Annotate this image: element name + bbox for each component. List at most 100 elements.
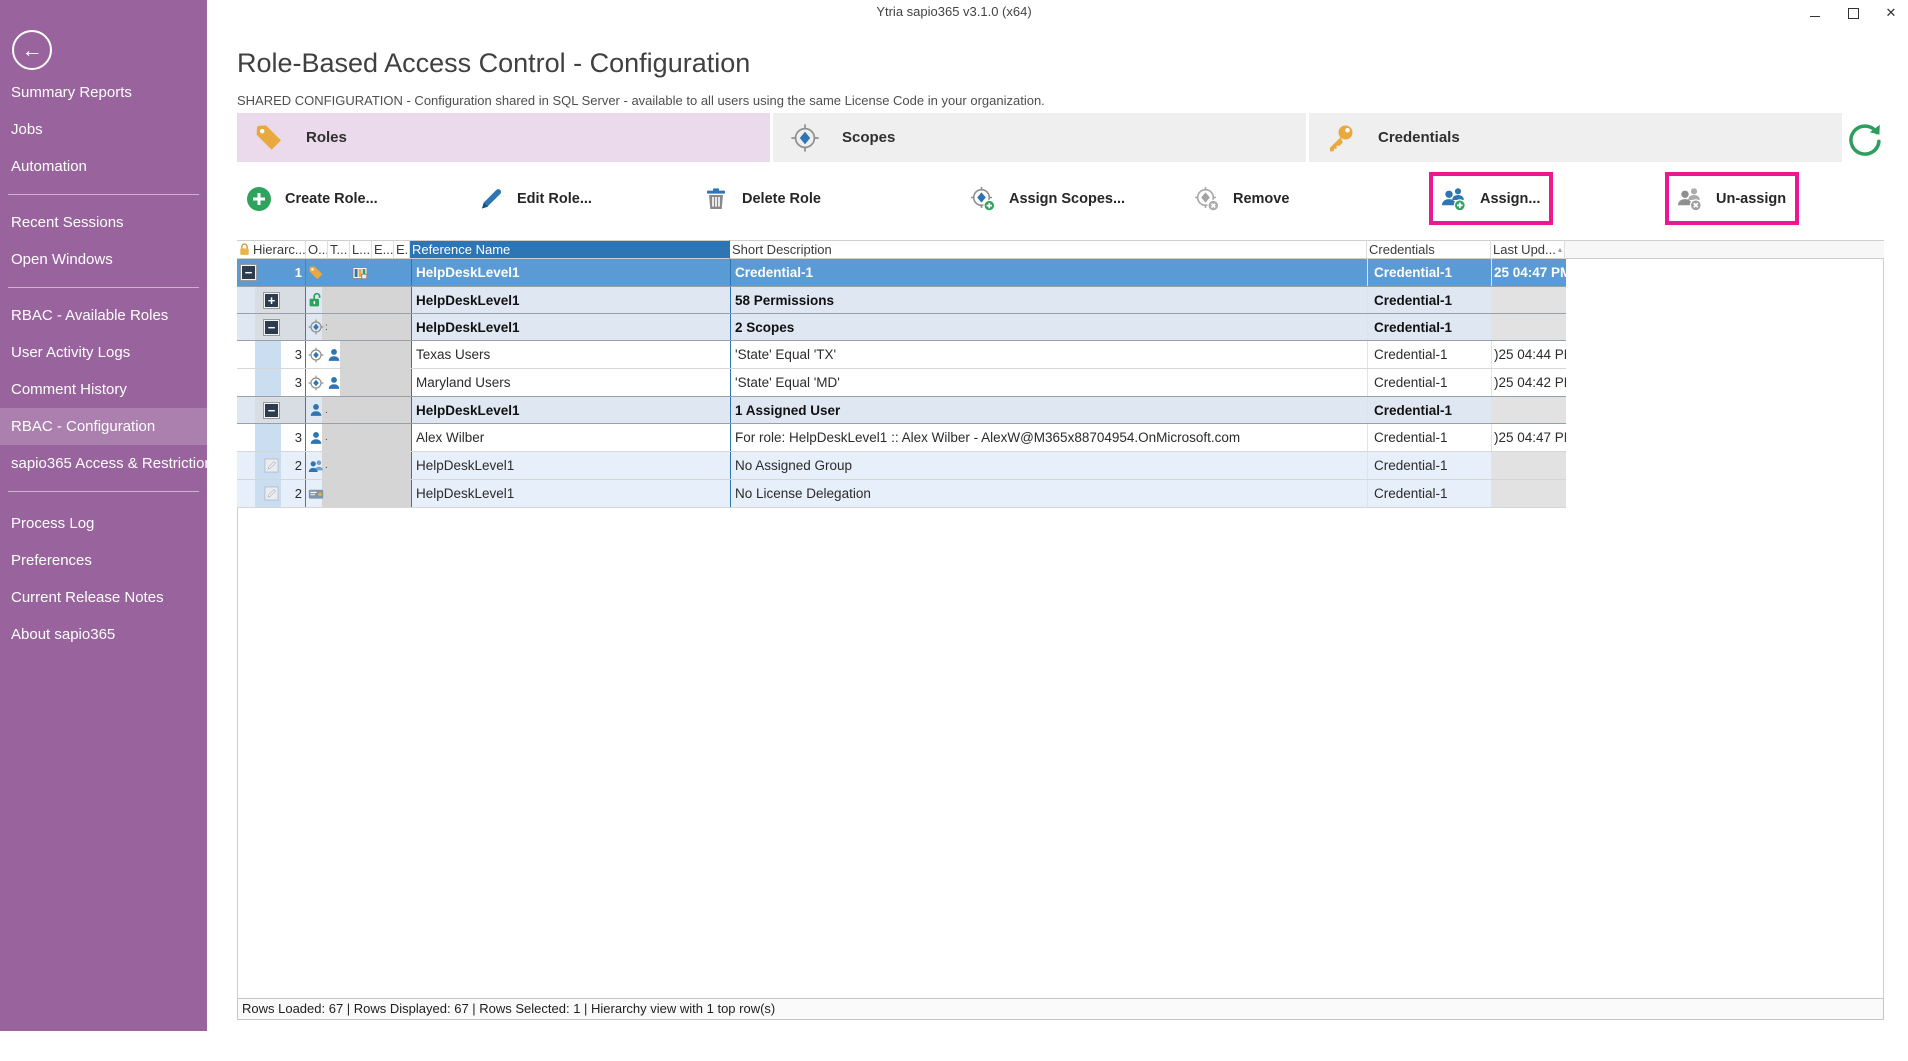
hierarchy-level: 1 [295,265,305,280]
person-icon [308,430,324,446]
hierarchy-cell: 3 [237,424,306,451]
create-role-icon [246,186,272,212]
table-row[interactable]: −1HelpDeskLevel1Credential-1Credential-1… [237,259,1566,287]
scope-icon [308,319,324,335]
toolbar-button-label: Edit Role... [517,191,592,207]
minimize-icon [1810,15,1820,17]
credentials-cell: Credential-1 [1368,341,1492,368]
table-row[interactable]: 2HelpDeskLevel1No License DelegationCred… [237,480,1566,508]
toolbar-button-label: Create Role... [285,191,378,207]
hierarchy-level: 2 [295,458,305,473]
table-row[interactable]: 2.HelpDeskLevel1No Assigned GroupCredent… [237,452,1566,480]
table-row[interactable]: −2:HelpDeskLevel12 ScopesCredential-1 [237,313,1566,341]
toolbar-button-label: Remove [1233,191,1289,207]
short-description-cell: No License Delegation [731,480,1368,507]
column-header-object[interactable]: O... [306,240,328,259]
delete-role-button[interactable]: Delete Role [703,172,821,225]
tab-credentials[interactable]: Credentials [1309,113,1842,162]
column-header-e1[interactable]: E... [372,240,394,259]
column-header-label: Short Description [732,242,832,257]
table-row[interactable]: +2HelpDeskLevel158 PermissionsCredential… [237,286,1566,314]
scope-icon [308,375,324,391]
hierarchy-indent-block [255,397,305,423]
last-updated-cell [1492,480,1566,507]
column-header-credentials[interactable]: Credentials [1367,240,1491,259]
column-header-last-updated[interactable]: Last Upd...▴ [1491,240,1565,259]
column-header-reference-name[interactable]: Reference Name [410,240,730,259]
sidebar-item-jobs[interactable]: Jobs [0,111,207,148]
type-icons-cell [306,480,411,507]
table-row[interactable]: −2.HelpDeskLevel11 Assigned UserCredenti… [237,396,1566,424]
hierarchy-level: 3 [295,347,305,362]
column-header-hierarchy[interactable]: Hierarc... [237,240,306,259]
reference-name-cell: Maryland Users [411,369,731,396]
table-row[interactable]: 3Maryland Users'State' Equal 'MD'Credent… [237,369,1566,397]
column-header-label: Hierarc... [253,242,306,257]
group-icon [308,458,324,474]
sidebar: ← Summary ReportsJobsAutomation Recent Se… [0,0,207,1031]
reference-name-cell: HelpDeskLevel1 [411,397,731,423]
column-header-label: Last Upd... [1493,242,1556,257]
last-updated-cell [1492,314,1566,340]
page-title: Role-Based Access Control - Configuratio… [237,48,750,79]
sort-indicator-icon: ▴ [1558,245,1562,254]
sidebar-item-process-log[interactable]: Process Log [0,505,207,542]
create-role-button[interactable]: Create Role... [246,172,378,225]
type-icons-cell: . [306,452,411,479]
remove-button[interactable]: Remove [1194,172,1289,225]
close-button[interactable]: ✕ [1880,2,1902,24]
un-assign-button[interactable]: Un-assign [1665,172,1799,225]
column-header-l[interactable]: L... [350,240,372,259]
column-header-e2[interactable]: E... [394,240,410,259]
table-row[interactable]: 3Texas Users'State' Equal 'TX'Credential… [237,341,1566,369]
reference-name-cell: HelpDeskLevel1 [411,314,731,340]
close-icon: ✕ [1886,5,1897,21]
tab-roles[interactable]: Roles [237,113,770,162]
reference-name-cell: HelpDeskLevel1 [411,259,731,286]
table-row[interactable]: 3.Alex WilberFor role: HelpDeskLevel1 ::… [237,424,1566,452]
back-button[interactable]: ← [12,30,52,70]
reference-name-cell: Alex Wilber [411,424,731,451]
credentials-cell: Credential-1 [1368,397,1492,423]
na-cells-block [340,369,411,396]
sidebar-item-user-activity-logs[interactable]: User Activity Logs [0,334,207,371]
hierarchy-indent-strip [255,341,281,368]
sidebar-divider [8,491,199,492]
sidebar-item-open-windows[interactable]: Open Windows [0,241,207,278]
grid-icon [352,265,368,281]
collapse-button[interactable]: − [264,403,279,418]
sidebar-item-recent-sessions[interactable]: Recent Sessions [0,204,207,241]
sidebar-item-automation[interactable]: Automation [0,148,207,185]
credentials-cell: Credential-1 [1368,259,1492,286]
window-title: Ytria sapio365 v3.1.0 (x64) [0,4,1908,19]
maximize-button[interactable] [1842,2,1864,24]
expand-button[interactable]: + [264,293,279,308]
minimize-button[interactable] [1804,2,1826,24]
collapse-button[interactable]: − [264,320,279,335]
sidebar-item-summary-reports[interactable]: Summary Reports [0,74,207,111]
sidebar-divider [8,194,199,195]
edit-role-button[interactable]: Edit Role... [478,172,592,225]
na-cells-block [322,452,411,479]
hierarchy-indent-block [255,314,305,340]
tab-scopes[interactable]: Scopes [773,113,1306,162]
assign-user-icon [1441,186,1467,212]
refresh-button[interactable] [1846,121,1882,157]
column-header-type[interactable]: T... [328,240,350,259]
sidebar-item-current-release-notes[interactable]: Current Release Notes [0,579,207,616]
assign-button[interactable]: Assign... [1429,172,1553,225]
sidebar-item-sapio365-access-restrictions[interactable]: sapio365 Access & Restrictions [0,445,207,482]
column-header-short-description[interactable]: Short Description [730,240,1367,259]
sidebar-item-rbac-available-roles[interactable]: RBAC - Available Roles [0,297,207,334]
sidebar-item-preferences[interactable]: Preferences [0,542,207,579]
sidebar-item-comment-history[interactable]: Comment History [0,371,207,408]
type-icons-cell [306,259,411,286]
collapse-button[interactable]: − [241,265,256,280]
hierarchy-cell: −2 [237,397,306,423]
remove-scope-icon [1194,186,1220,212]
assign-scopes-button[interactable]: Assign Scopes... [970,172,1125,225]
sidebar-item-rbac-configuration[interactable]: RBAC - Configuration [0,408,207,445]
credentials-cell: Credential-1 [1368,369,1492,396]
sidebar-item-about-sapio365[interactable]: About sapio365 [0,616,207,653]
type-icons-cell: . [306,397,411,423]
